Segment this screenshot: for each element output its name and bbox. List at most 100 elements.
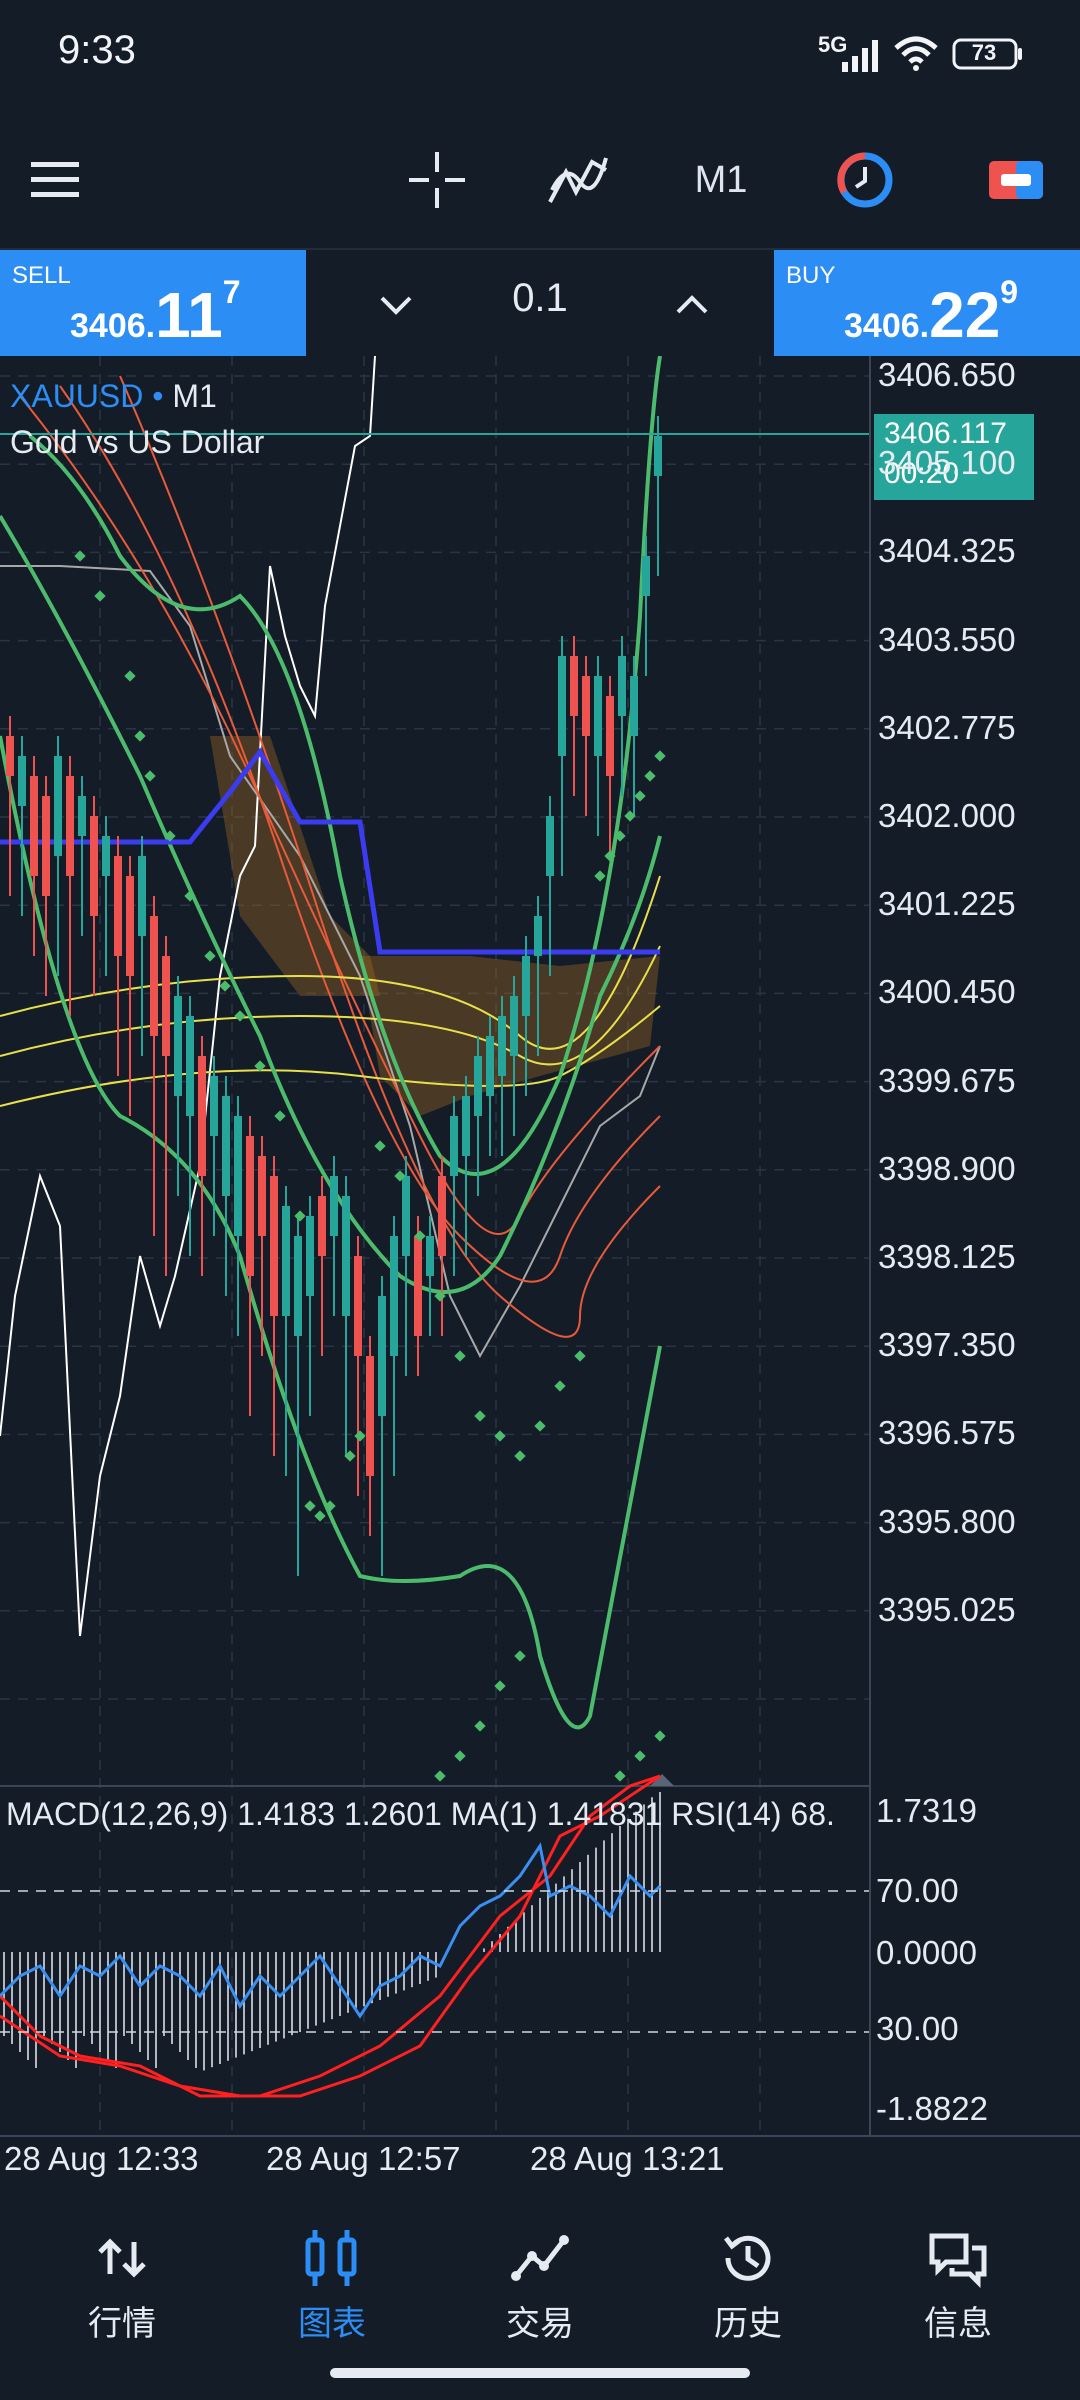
symbol-dropdown-icon[interactable]: • xyxy=(152,378,163,414)
sar-dot xyxy=(534,1420,546,1432)
candle-body xyxy=(546,816,554,876)
symbol-description: Gold vs US Dollar xyxy=(10,424,265,460)
sar-dot xyxy=(124,670,136,682)
bollinger-mid xyxy=(0,514,662,1294)
candle-body xyxy=(498,1016,506,1076)
timeframe-button[interactable]: M1 xyxy=(686,110,756,250)
home-indicator[interactable] xyxy=(330,2368,750,2378)
buy-price-small: 3406. xyxy=(844,307,930,345)
candle-body xyxy=(462,1096,470,1156)
crosshair-button[interactable] xyxy=(402,110,472,250)
candle-body xyxy=(318,1196,326,1256)
candle-body xyxy=(162,956,170,1056)
candle-body xyxy=(402,1176,410,1256)
price-axis-label: 3395.025 xyxy=(878,1590,1016,1628)
time-axis-label: 28 Aug 12:33 xyxy=(4,2140,199,2177)
candle-body xyxy=(246,1136,254,1276)
buy-price-big: 22 xyxy=(929,279,1001,351)
price-axis-label: 3404.325 xyxy=(878,532,1016,570)
sar-dot xyxy=(434,1770,446,1782)
price-axis-label: 3402.775 xyxy=(878,708,1016,746)
candle-body xyxy=(258,1156,266,1236)
candle-body xyxy=(90,816,98,916)
price-axis-label: 3398.900 xyxy=(878,1149,1016,1187)
indicator-axis-label: 30.00 xyxy=(876,2010,959,2047)
candle-body xyxy=(630,676,638,736)
price-axis-label: 3397.350 xyxy=(878,1326,1016,1364)
candle-body xyxy=(126,876,134,976)
candle-body xyxy=(618,656,626,716)
price-axis-label: 3396.575 xyxy=(878,1414,1016,1452)
candle-body xyxy=(486,1036,494,1096)
nav-quotes-label: 行情 xyxy=(88,2305,156,2343)
volume-decrease-button[interactable] xyxy=(366,274,426,334)
candle-body xyxy=(18,756,26,806)
candle-body xyxy=(570,656,578,716)
candle-body xyxy=(558,656,566,756)
trade-icon xyxy=(511,2235,569,2281)
menu-icon xyxy=(31,162,79,197)
candle-body xyxy=(414,1236,422,1336)
nav-messages[interactable]: 信息 xyxy=(888,2228,1028,2348)
sar-dot xyxy=(454,1350,466,1362)
rsi-line xyxy=(0,1842,662,2019)
candle-body xyxy=(342,1196,350,1316)
volume-increase-button[interactable] xyxy=(662,274,722,334)
buy-button[interactable]: BUY 3406.229 xyxy=(774,250,1080,358)
nav-trade[interactable]: 交易 xyxy=(470,2228,610,2348)
indicator-legend: MACD(12,26,9) 1.4183 1.2601 MA(1) 1.4183… xyxy=(6,1796,835,1832)
sar-dot xyxy=(94,590,106,602)
nav-chart[interactable]: 图表 xyxy=(262,2228,402,2348)
symbol-name[interactable]: XAUUSD xyxy=(10,378,143,414)
sar-dot xyxy=(304,1500,316,1512)
chart-icon xyxy=(305,2230,357,2286)
nav-messages-label: 信息 xyxy=(924,2305,992,2343)
sar-dot xyxy=(634,1750,646,1762)
candle-body xyxy=(222,1096,230,1196)
sar-dot xyxy=(644,770,656,782)
nav-history-label: 历史 xyxy=(714,2305,782,2343)
history-icon xyxy=(724,2235,771,2281)
candle-body xyxy=(6,736,14,776)
indicator-axis-label: 0.0000 xyxy=(876,1934,977,1971)
sar-dot xyxy=(454,1750,466,1762)
buy-price: 3406.229 xyxy=(844,274,1018,352)
indicators-button[interactable] xyxy=(540,110,616,250)
sar-dot xyxy=(614,1770,626,1782)
volume-value[interactable]: 0.1 xyxy=(480,276,600,321)
candle-body xyxy=(42,796,50,896)
symbol-header: XAUUSD • M1 xyxy=(10,378,217,415)
candle-body xyxy=(78,796,86,836)
menu-button[interactable] xyxy=(22,110,88,250)
sell-price-sup: 7 xyxy=(222,274,241,310)
price-axis-label: 3398.125 xyxy=(878,1238,1016,1275)
sar-dot xyxy=(374,1140,386,1152)
chart-area[interactable]: XAUUSD • M1 Gold vs US Dollar 3406.117 0… xyxy=(0,356,1080,2177)
nav-history[interactable]: 历史 xyxy=(678,2228,818,2348)
price-axis-label: 3402.000 xyxy=(878,797,1016,834)
cloud-zone-upper xyxy=(210,736,380,996)
candle-body xyxy=(270,1176,278,1316)
timer-button[interactable] xyxy=(830,110,900,250)
nav-quotes[interactable]: 行情 xyxy=(52,2228,192,2348)
candle-body xyxy=(450,1116,458,1176)
candle-body xyxy=(642,556,650,596)
sell-price-big: 11 xyxy=(155,279,223,351)
sar-dot xyxy=(219,980,231,992)
candle-body xyxy=(282,1206,290,1316)
sar-dot xyxy=(474,1720,486,1732)
crosshair-icon xyxy=(409,152,465,208)
chart-grid xyxy=(0,356,870,2136)
sar-dot xyxy=(314,1510,326,1522)
candle-body xyxy=(114,856,122,956)
nav-chart-label: 图表 xyxy=(298,2305,366,2343)
buy-price-sup: 9 xyxy=(1000,274,1019,310)
sar-dot xyxy=(294,1210,306,1222)
quotes-icon xyxy=(98,2238,146,2278)
price-axis-label: 3399.675 xyxy=(878,1061,1016,1099)
sar-dot xyxy=(514,1450,526,1462)
sell-button[interactable]: SELL 3406.117 xyxy=(0,250,306,358)
candle-body xyxy=(234,1116,242,1236)
time-axis-label: 28 Aug 12:57 xyxy=(266,2140,461,2177)
new-order-button[interactable] xyxy=(974,110,1058,250)
